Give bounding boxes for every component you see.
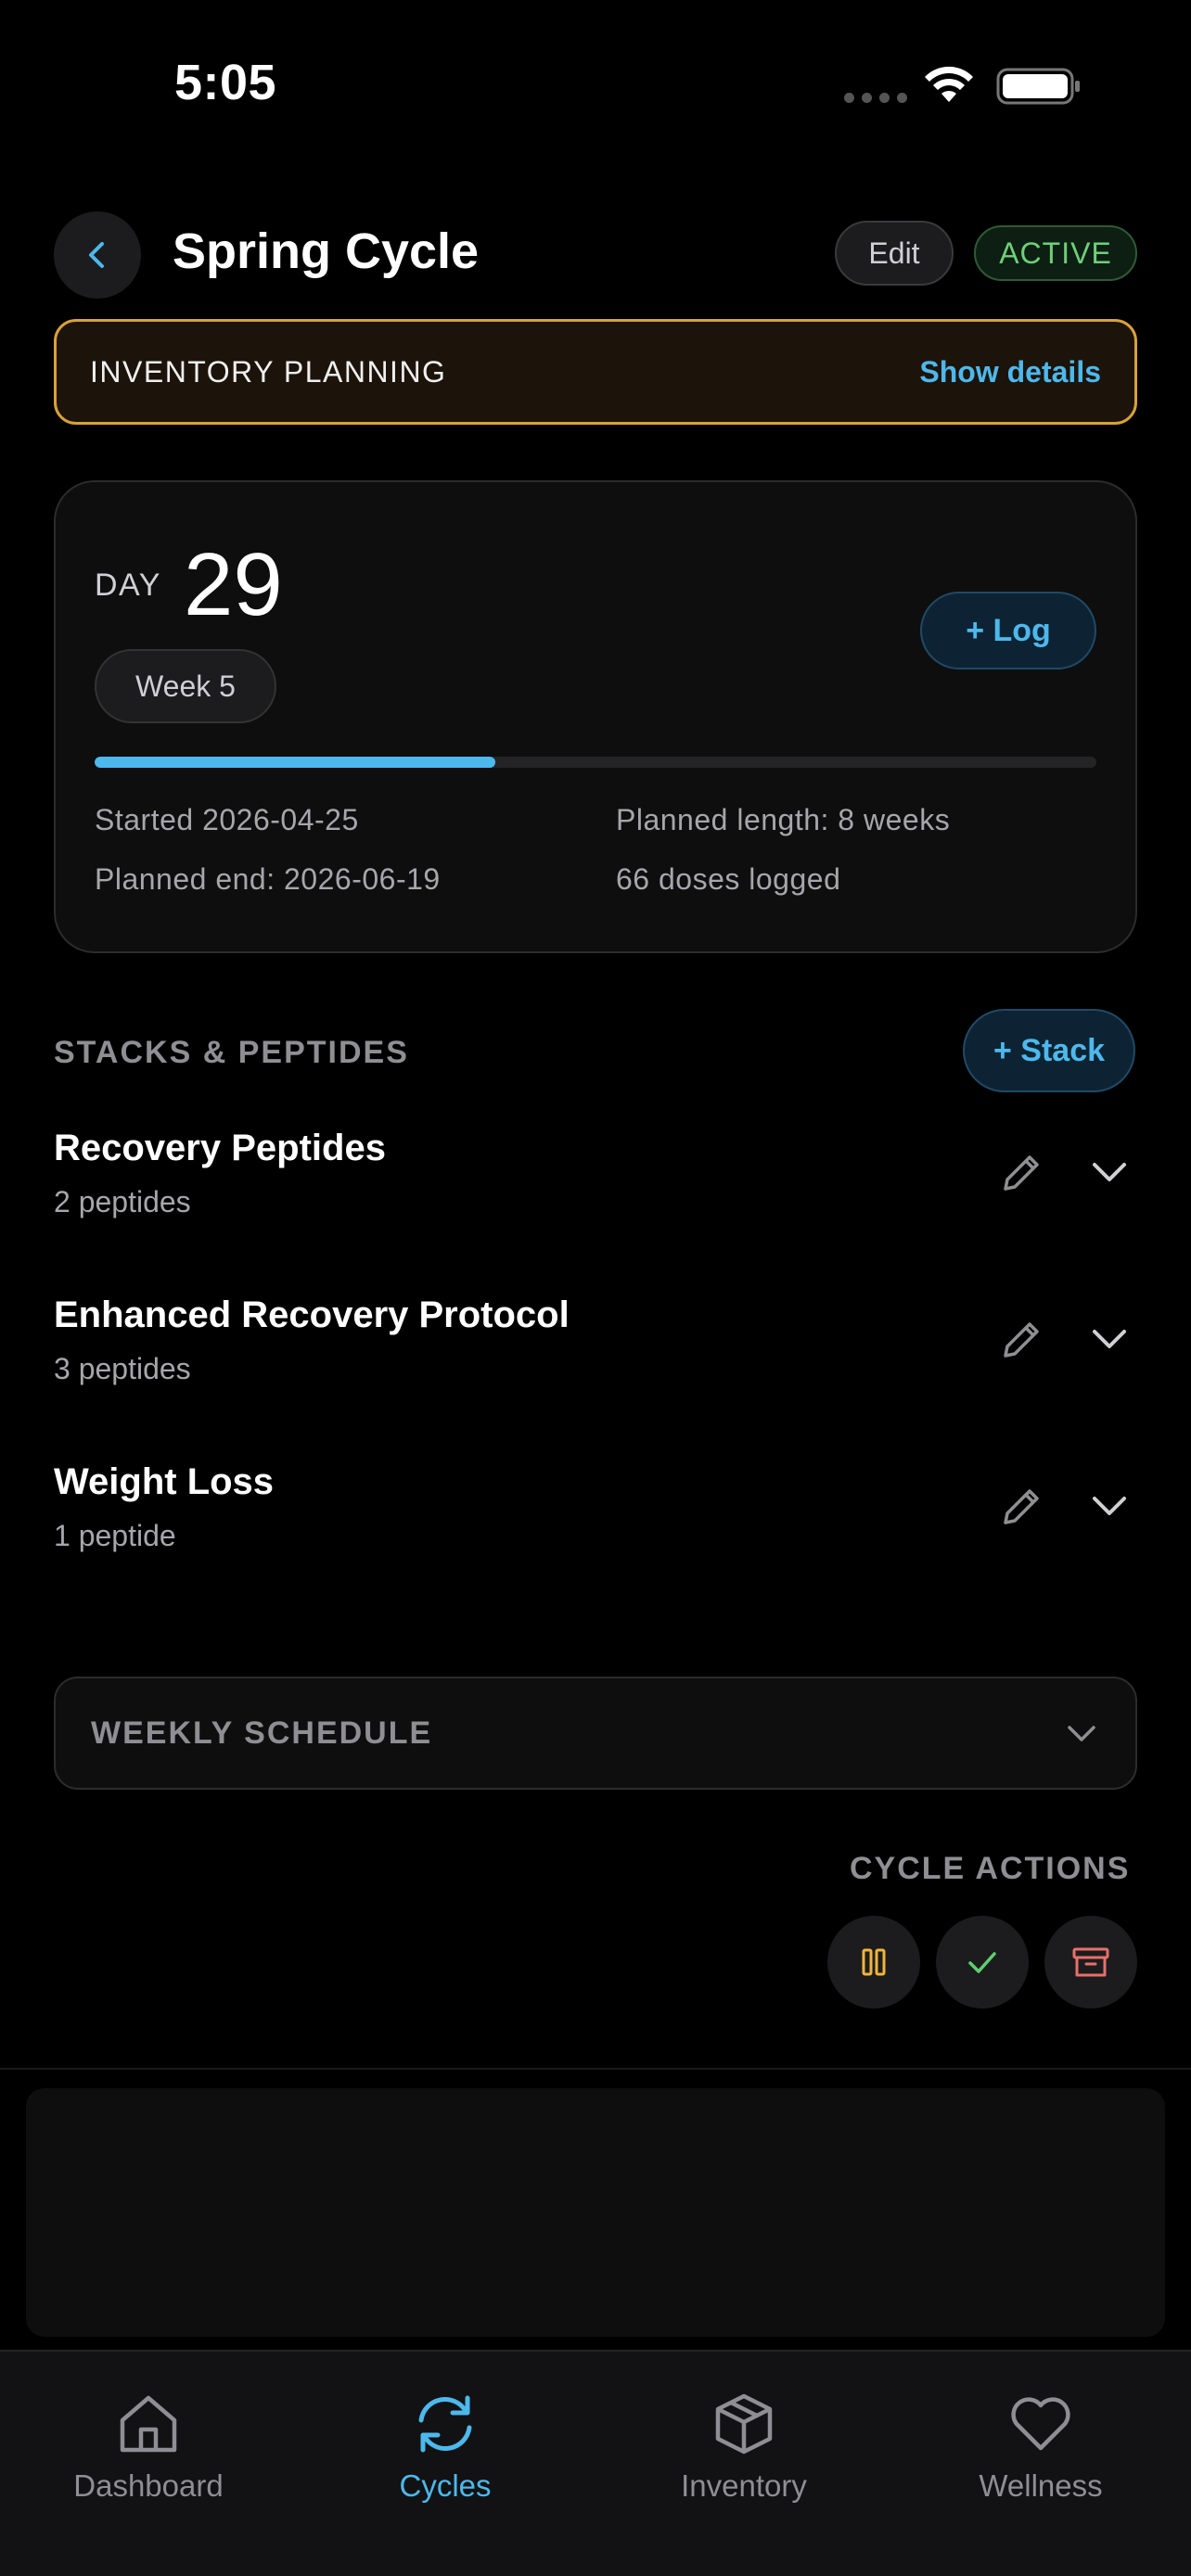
tab-inventory[interactable]: Inventory bbox=[614, 2389, 874, 2504]
wifi-icon bbox=[925, 66, 973, 102]
stack-row[interactable]: Enhanced Recovery Protocol 3 peptides bbox=[54, 1294, 1137, 1415]
stack-row[interactable]: Recovery Peptides 2 peptides bbox=[54, 1128, 1137, 1248]
complete-cycle-button[interactable] bbox=[936, 1916, 1029, 2009]
pencil-icon[interactable] bbox=[998, 1315, 1046, 1363]
battery-icon bbox=[996, 68, 1080, 105]
page-title: Spring Cycle bbox=[173, 223, 480, 279]
stack-row[interactable]: Weight Loss 1 peptide bbox=[54, 1461, 1137, 1582]
week-badge: Week 5 bbox=[95, 649, 276, 723]
day-label: DAY bbox=[95, 567, 161, 603]
cycle-progress-bar bbox=[95, 757, 1096, 768]
tab-label: Wellness bbox=[979, 2468, 1103, 2503]
day-number: 29 bbox=[184, 535, 283, 634]
weekly-schedule-toggle[interactable]: WEEKLY SCHEDULE bbox=[54, 1677, 1137, 1790]
show-details-link[interactable]: Show details bbox=[919, 355, 1101, 389]
started-date: Started 2026-04-25 bbox=[95, 803, 359, 836]
stack-peptide-count: 2 peptides bbox=[54, 1185, 191, 1218]
planned-length: Planned length: 8 weeks bbox=[616, 803, 951, 836]
inventory-planning-title: INVENTORY PLANNING bbox=[90, 354, 447, 389]
chevron-down-icon bbox=[1068, 1726, 1095, 1741]
bottom-panel bbox=[26, 2088, 1165, 2337]
doses-logged: 66 doses logged bbox=[616, 862, 841, 896]
back-button[interactable] bbox=[54, 211, 141, 299]
stack-peptide-count: 3 peptides bbox=[54, 1352, 191, 1385]
box-icon bbox=[715, 2393, 773, 2455]
stack-peptide-count: 1 peptide bbox=[54, 1519, 176, 1552]
signal-icon bbox=[844, 93, 907, 103]
heart-icon bbox=[1011, 2397, 1070, 2451]
check-icon bbox=[968, 1952, 996, 1973]
cycle-actions-title: CYCLE ACTIONS bbox=[850, 1851, 1131, 1886]
inventory-planning-banner: INVENTORY PLANNING Show details bbox=[54, 319, 1137, 425]
planned-end-date: Planned end: 2026-06-19 bbox=[95, 862, 441, 896]
pencil-icon[interactable] bbox=[998, 1482, 1046, 1530]
divider bbox=[0, 2068, 1191, 2070]
tab-cycles[interactable]: Cycles bbox=[315, 2389, 575, 2504]
home-icon bbox=[120, 2395, 177, 2453]
chevron-down-icon[interactable] bbox=[1089, 1487, 1130, 1524]
tab-label: Cycles bbox=[399, 2468, 492, 2503]
pause-icon bbox=[862, 1948, 886, 1976]
chevron-left-icon bbox=[89, 242, 104, 268]
stacks-section-title: STACKS & PEPTIDES bbox=[54, 1035, 409, 1070]
archive-cycle-button[interactable] bbox=[1044, 1916, 1137, 2009]
stack-name: Enhanced Recovery Protocol bbox=[54, 1294, 570, 1335]
cycle-progress-fill bbox=[95, 757, 495, 768]
tab-bar: Dashboard Cycles Inventory Wellness bbox=[0, 2350, 1191, 2576]
refresh-icon bbox=[418, 2395, 472, 2453]
tab-label: Inventory bbox=[681, 2468, 807, 2503]
tab-wellness[interactable]: Wellness bbox=[911, 2389, 1171, 2504]
weekly-schedule-title: WEEKLY SCHEDULE bbox=[91, 1715, 433, 1751]
tab-label: Dashboard bbox=[73, 2468, 224, 2503]
pencil-icon[interactable] bbox=[998, 1148, 1046, 1196]
status-badge: ACTIVE bbox=[974, 225, 1137, 281]
add-stack-button[interactable]: + Stack bbox=[963, 1009, 1135, 1092]
archive-icon bbox=[1072, 1947, 1109, 1977]
stack-name: Recovery Peptides bbox=[54, 1128, 386, 1168]
tab-dashboard[interactable]: Dashboard bbox=[19, 2389, 278, 2504]
stack-name: Weight Loss bbox=[54, 1461, 275, 1502]
pause-cycle-button[interactable] bbox=[827, 1916, 920, 2009]
status-time: 5:05 bbox=[174, 55, 277, 110]
edit-button[interactable]: Edit bbox=[835, 221, 954, 286]
chevron-down-icon[interactable] bbox=[1089, 1154, 1130, 1191]
log-dose-button[interactable]: + Log bbox=[920, 592, 1096, 670]
chevron-down-icon[interactable] bbox=[1089, 1320, 1130, 1358]
